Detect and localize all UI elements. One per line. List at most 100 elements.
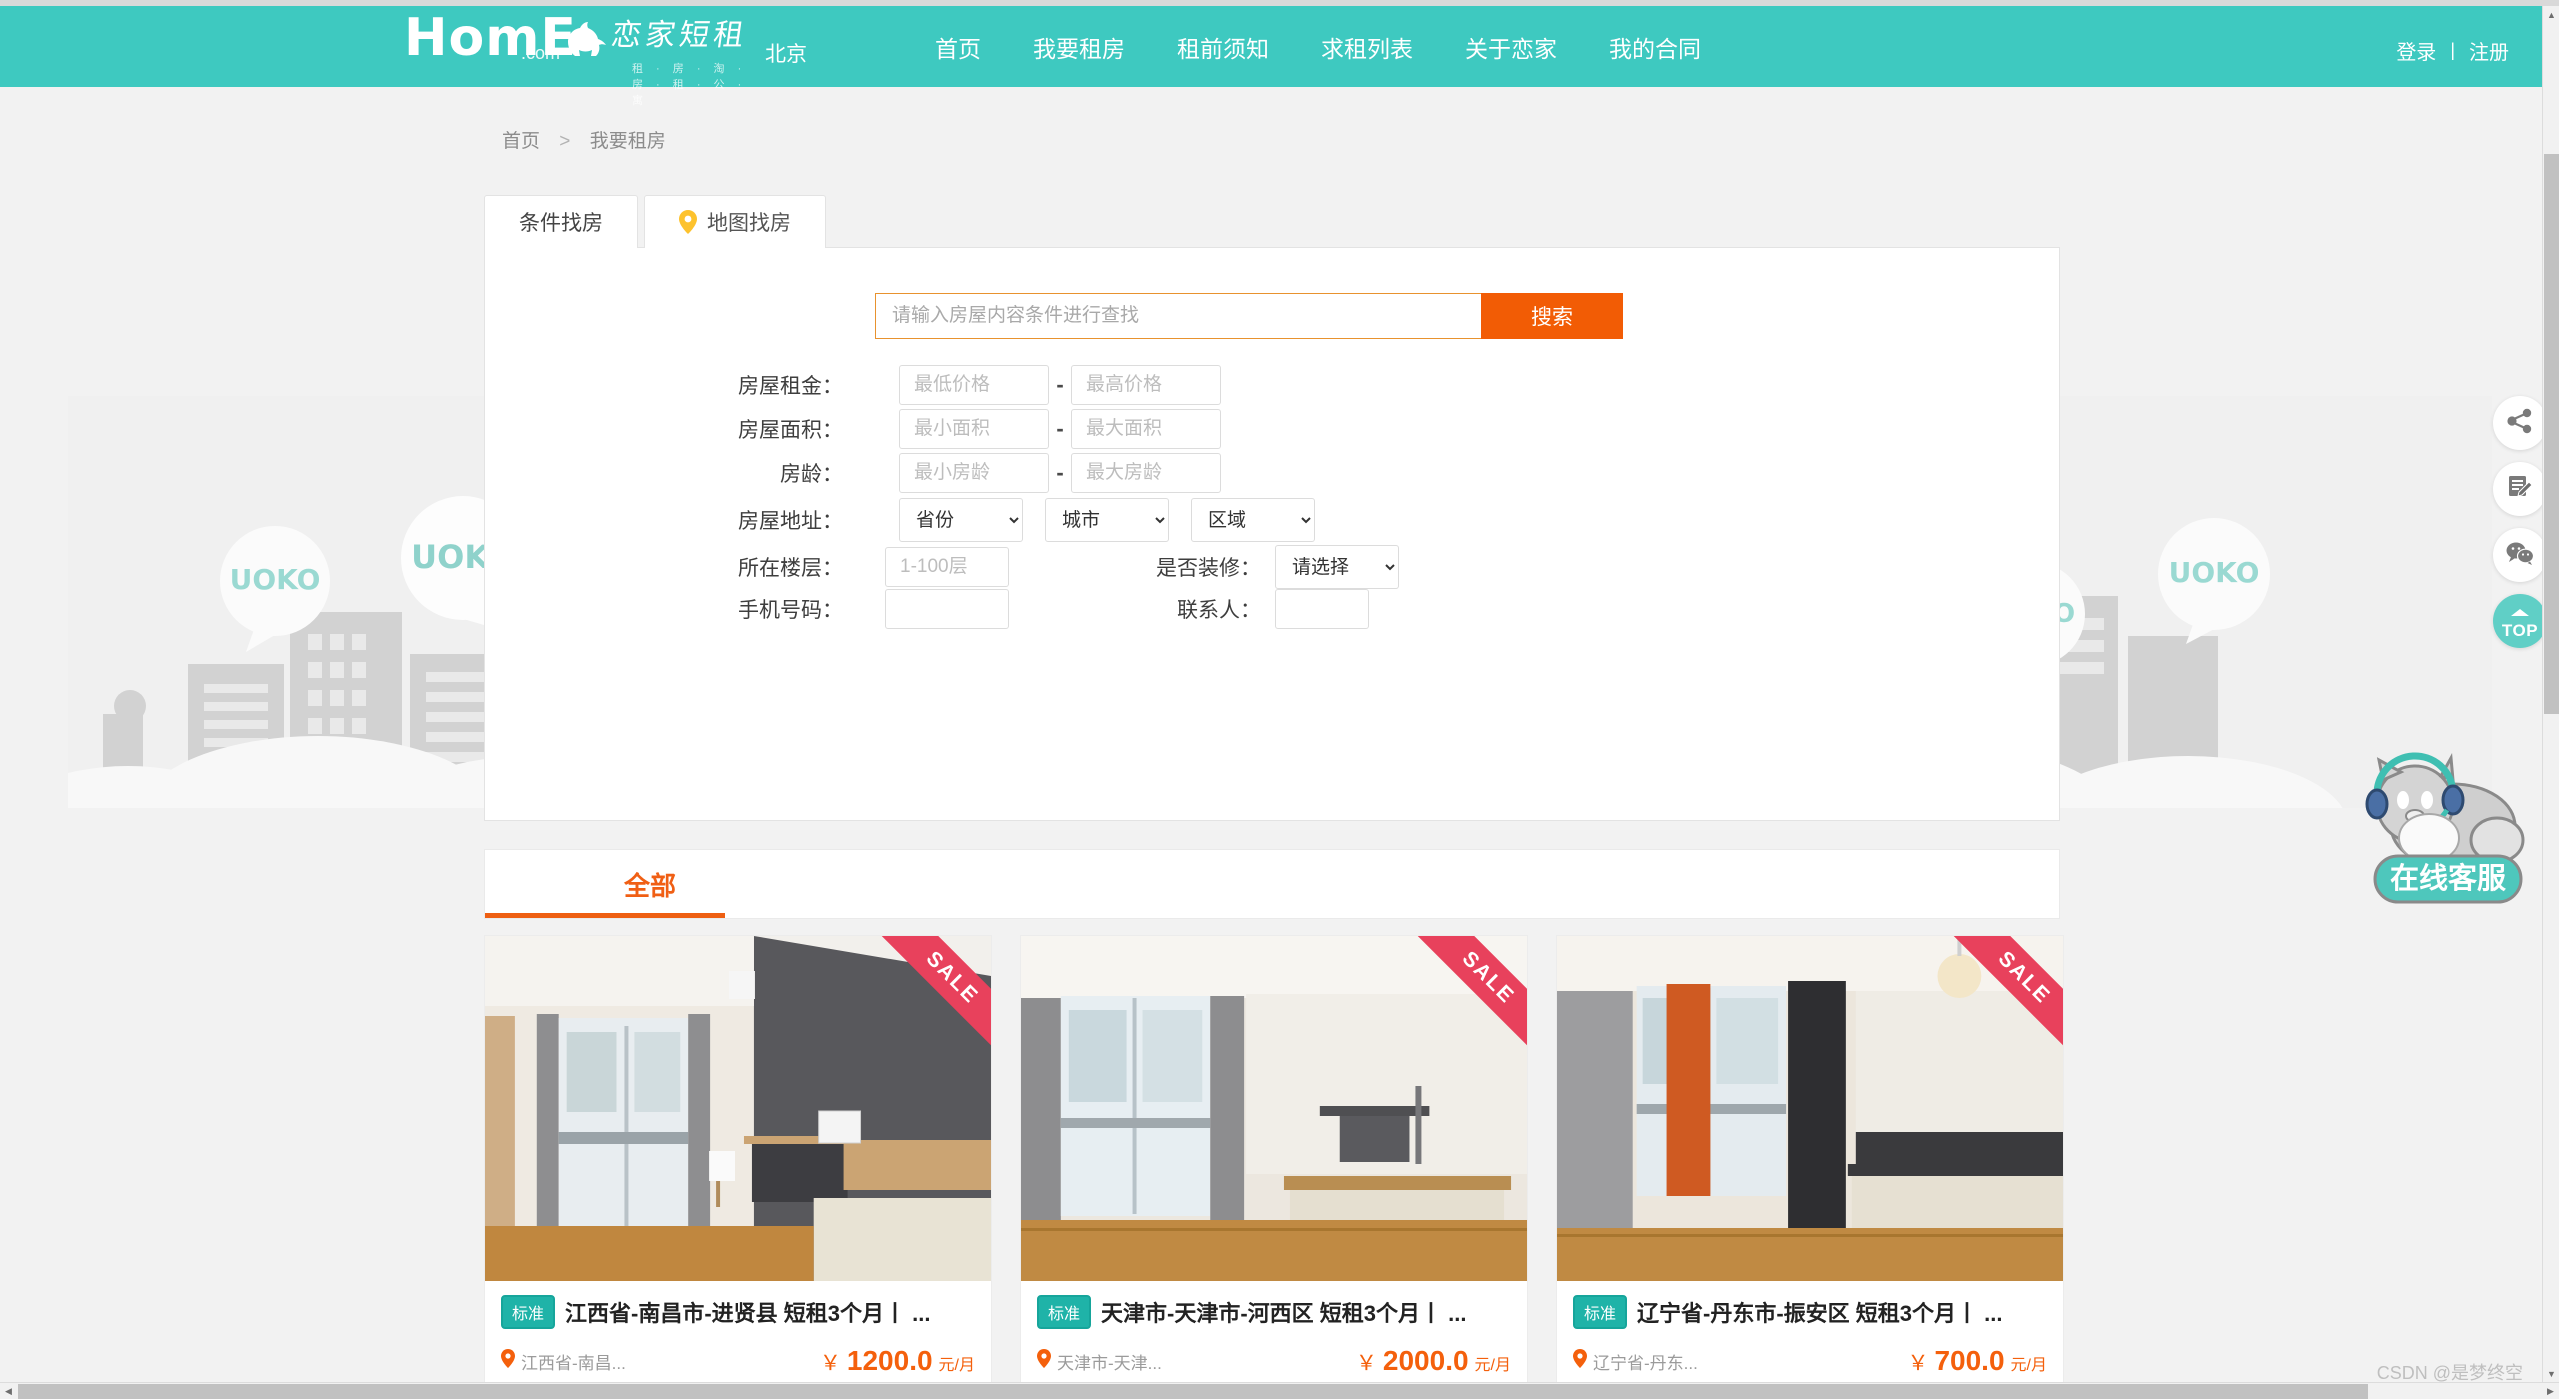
price-unit: 元/月 (939, 1351, 975, 1375)
nav-item-notice[interactable]: 租前须知 (1177, 30, 1269, 64)
results-tab-underline (485, 913, 725, 918)
listing-price: ￥ 2000.0 元/月 (1356, 1345, 1511, 1377)
listing-title: 江西省-南昌市-进贤县 短租3个月丨 ... (565, 1296, 930, 1328)
results-tabbar: 全部 (484, 849, 2060, 919)
results-tab-all[interactable]: 全部 (575, 850, 725, 919)
wechat-icon (2506, 541, 2534, 570)
nav-item-wanted[interactable]: 求租列表 (1321, 30, 1413, 64)
listing-cards: SALE 标准 江西省-南昌市-进贤县 短租3个月丨 ... (484, 935, 2084, 1394)
rent-min-input[interactable] (899, 365, 1049, 405)
wechat-button[interactable] (2493, 528, 2547, 582)
listing-location: 辽宁省-丹东... (1573, 1349, 1698, 1374)
listing-location-text: 天津市-天津... (1057, 1349, 1162, 1374)
location-pin-icon (1037, 1349, 1051, 1373)
listing-photo: SALE (485, 936, 991, 1281)
listing-photo: SALE (1557, 936, 2063, 1281)
tab-map-search[interactable]: 地图找房 (644, 195, 826, 248)
district-select[interactable]: 区域 (1191, 498, 1315, 542)
tab-condition-search[interactable]: 条件找房 (484, 195, 638, 248)
site-logo[interactable]: HomE .com 恋家短租 租 · 房 · 淘 · 房 · 租 · 公 · 寓 (404, 10, 748, 66)
register-link[interactable]: 注册 (2469, 36, 2509, 65)
age-range-separator: - (1049, 460, 1071, 486)
filter-row-area: 房屋面积： - (485, 409, 1221, 449)
svg-text:UOKO: UOKO (230, 563, 321, 596)
area-min-input[interactable] (899, 409, 1049, 449)
price-value: 1200.0 (847, 1345, 933, 1377)
vertical-scrollbar[interactable]: ▲ ▼ (2542, 6, 2559, 1382)
price-unit: 元/月 (2011, 1351, 2047, 1375)
age-max-input[interactable] (1071, 453, 1221, 493)
area-label: 房屋面积： (485, 414, 843, 444)
logo-chinese: 恋家短租 (609, 10, 751, 54)
login-link[interactable]: 登录 (2396, 36, 2436, 65)
rent-max-input[interactable] (1071, 365, 1221, 405)
vertical-scroll-thumb[interactable] (2544, 154, 2559, 714)
listing-title: 天津市-天津市-河西区 短租3个月丨 ... (1101, 1296, 1466, 1328)
search-filter-panel: 搜索 房屋租金： - 房屋面积： - 房龄： - 房屋地址： 省份 (484, 247, 2060, 821)
area-max-input[interactable] (1071, 409, 1221, 449)
share-button[interactable] (2493, 396, 2547, 450)
listing-location: 天津市-天津... (1037, 1349, 1162, 1374)
page-root: HomE .com 恋家短租 租 · 房 · 淘 · 房 · 租 · 公 · 寓… (0, 0, 2559, 1399)
price-unit: 元/月 (1475, 1351, 1511, 1375)
floor-input[interactable] (885, 547, 1009, 587)
scroll-left-arrow[interactable]: ◀ (0, 1383, 17, 1399)
search-input[interactable] (875, 293, 1481, 339)
map-pin-icon (679, 210, 697, 234)
phone-input[interactable] (885, 589, 1009, 629)
keyword-search-bar: 搜索 (875, 293, 1623, 339)
address-label: 房屋地址： (485, 505, 843, 535)
scroll-down-arrow[interactable]: ▼ (2543, 1365, 2559, 1382)
listing-card[interactable]: SALE 标准 辽宁省-丹东市-振安区 短租3个月丨 ... (1556, 935, 2064, 1394)
breadcrumb: 首页 > 我要租房 (502, 126, 666, 153)
nav-item-about[interactable]: 关于恋家 (1465, 30, 1557, 64)
standard-tag: 标准 (1037, 1295, 1091, 1329)
online-support-mascot[interactable]: 在线客服 (2357, 752, 2537, 912)
breadcrumb-separator: > (559, 131, 570, 152)
breadcrumb-home[interactable]: 首页 (502, 131, 540, 152)
scroll-up-arrow[interactable]: ▲ (2543, 6, 2559, 23)
listing-card[interactable]: SALE 标准 天津市-天津市-河西区 短租3个月丨 ... (1020, 935, 1528, 1394)
share-icon (2507, 408, 2533, 439)
province-select[interactable]: 省份 (899, 498, 1023, 542)
listing-meta: 江西省-南昌... ￥ 1200.0 元/月 (501, 1345, 975, 1377)
nav-item-home[interactable]: 首页 (935, 30, 981, 64)
price-value: 700.0 (1934, 1345, 2004, 1377)
horizontal-scrollbar[interactable]: ◀ ▶ (0, 1382, 2559, 1399)
filter-row-rent: 房屋租金： - (485, 365, 1221, 405)
rent-range-separator: - (1049, 372, 1071, 398)
filter-row-floor-decoration: 所在楼层： 是否装修： 请选择 (485, 545, 1399, 589)
age-label: 房龄： (485, 458, 843, 488)
online-support-label: 在线客服 (2390, 861, 2507, 895)
age-min-input[interactable] (899, 453, 1049, 493)
listing-card[interactable]: SALE 标准 江西省-南昌市-进贤县 短租3个月丨 ... (484, 935, 992, 1394)
nav-item-contracts[interactable]: 我的合同 (1609, 30, 1701, 64)
contact-input[interactable] (1275, 589, 1369, 629)
city-selector[interactable]: 北京 (765, 38, 807, 68)
floor-label: 所在楼层： (485, 552, 843, 582)
scroll-right-arrow[interactable]: ▶ (2542, 1383, 2559, 1399)
listing-location: 江西省-南昌... (501, 1349, 626, 1374)
contact-label: 联系人： (1071, 594, 1261, 624)
site-header: HomE .com 恋家短租 租 · 房 · 淘 · 房 · 租 · 公 · 寓… (0, 6, 2559, 87)
city-select[interactable]: 城市 (1045, 498, 1169, 542)
decoration-select[interactable]: 请选择 (1275, 545, 1399, 589)
area-range-separator: - (1049, 416, 1071, 442)
tab-condition-label: 条件找房 (519, 207, 603, 237)
horizontal-scroll-thumb[interactable] (18, 1384, 2368, 1399)
listing-title: 辽宁省-丹东市-振安区 短租3个月丨 ... (1637, 1296, 2002, 1328)
feedback-button[interactable] (2493, 462, 2547, 516)
listing-title-row: 标准 辽宁省-丹东市-振安区 短租3个月丨 ... (1573, 1295, 2047, 1329)
price-value: 2000.0 (1383, 1345, 1469, 1377)
auth-separator: | (2450, 40, 2455, 61)
svg-text:UOKO: UOKO (2169, 556, 2260, 589)
filter-row-address: 房屋地址： 省份 城市 区域 (485, 498, 1315, 542)
nav-item-rent[interactable]: 我要租房 (1033, 30, 1125, 64)
back-to-top-button[interactable]: TOP (2493, 594, 2547, 648)
search-button[interactable]: 搜索 (1481, 293, 1623, 339)
chevron-up-icon (2511, 601, 2529, 621)
location-pin-icon (1573, 1349, 1587, 1373)
window-top-strip (0, 0, 2559, 6)
edit-note-icon (2507, 474, 2533, 505)
decoration-label: 是否装修： (1071, 552, 1261, 582)
